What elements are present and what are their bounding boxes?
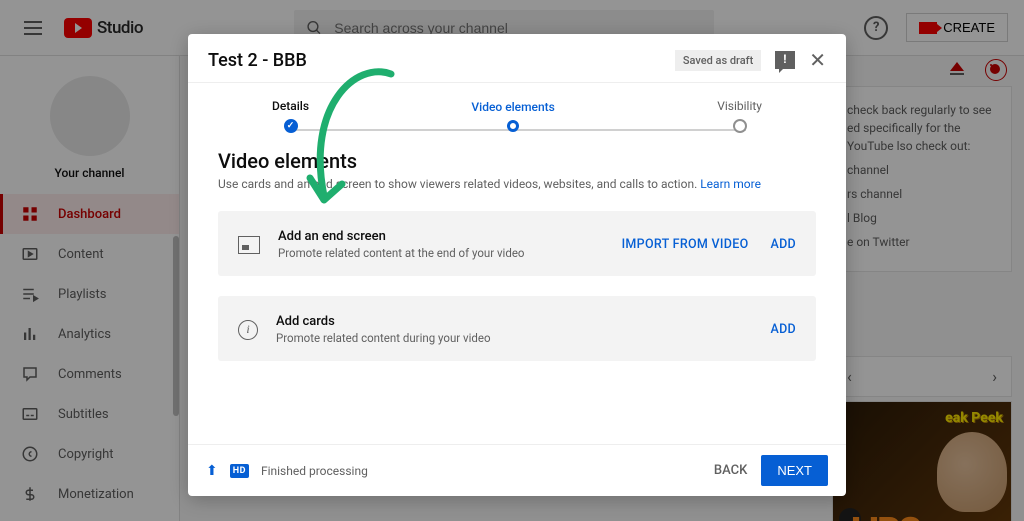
card-title: Add an end screen xyxy=(278,229,604,244)
end-screen-card: Add an end screen Promote related conten… xyxy=(218,211,816,276)
stepper: Details Video elements Visibility xyxy=(188,83,846,139)
add-cards-button[interactable]: ADD xyxy=(770,322,796,337)
modal-title: Test 2 - BBB xyxy=(208,50,307,71)
card-title: Add cards xyxy=(276,314,752,329)
upload-modal: Test 2 - BBB Saved as draft ✕ Details Vi… xyxy=(188,34,846,496)
card-desc: Promote related content during your vide… xyxy=(276,331,752,345)
step-video-elements[interactable]: Video elements xyxy=(471,100,554,132)
step-visibility[interactable]: Visibility xyxy=(717,99,762,133)
back-button[interactable]: BACK xyxy=(714,463,747,478)
learn-more-link[interactable]: Learn more xyxy=(700,177,761,191)
report-icon[interactable] xyxy=(775,51,795,69)
step-details[interactable]: Details xyxy=(272,99,309,133)
modal-header: Test 2 - BBB Saved as draft ✕ xyxy=(188,34,846,83)
section-subtitle: Use cards and an end screen to show view… xyxy=(218,177,816,191)
hd-badge: HD xyxy=(230,464,249,478)
upload-icon: ⬆ xyxy=(206,463,218,479)
circle-icon xyxy=(733,119,747,133)
info-icon: i xyxy=(238,320,258,340)
check-icon xyxy=(284,119,298,133)
circle-icon xyxy=(507,120,519,132)
processing-status: Finished processing xyxy=(261,464,368,478)
card-desc: Promote related content at the end of yo… xyxy=(278,246,604,260)
section-title: Video elements xyxy=(218,149,816,173)
close-icon[interactable]: ✕ xyxy=(809,48,826,72)
end-screen-icon xyxy=(238,236,260,254)
draft-badge: Saved as draft xyxy=(675,50,761,71)
modal-footer: ⬆ HD Finished processing BACK NEXT xyxy=(188,444,846,496)
next-button[interactable]: NEXT xyxy=(761,455,828,486)
add-end-screen-button[interactable]: ADD xyxy=(770,237,796,252)
import-from-video-button[interactable]: IMPORT FROM VIDEO xyxy=(622,237,749,252)
modal-body: Video elements Use cards and an end scre… xyxy=(188,139,846,444)
cards-card: i Add cards Promote related content duri… xyxy=(218,296,816,361)
